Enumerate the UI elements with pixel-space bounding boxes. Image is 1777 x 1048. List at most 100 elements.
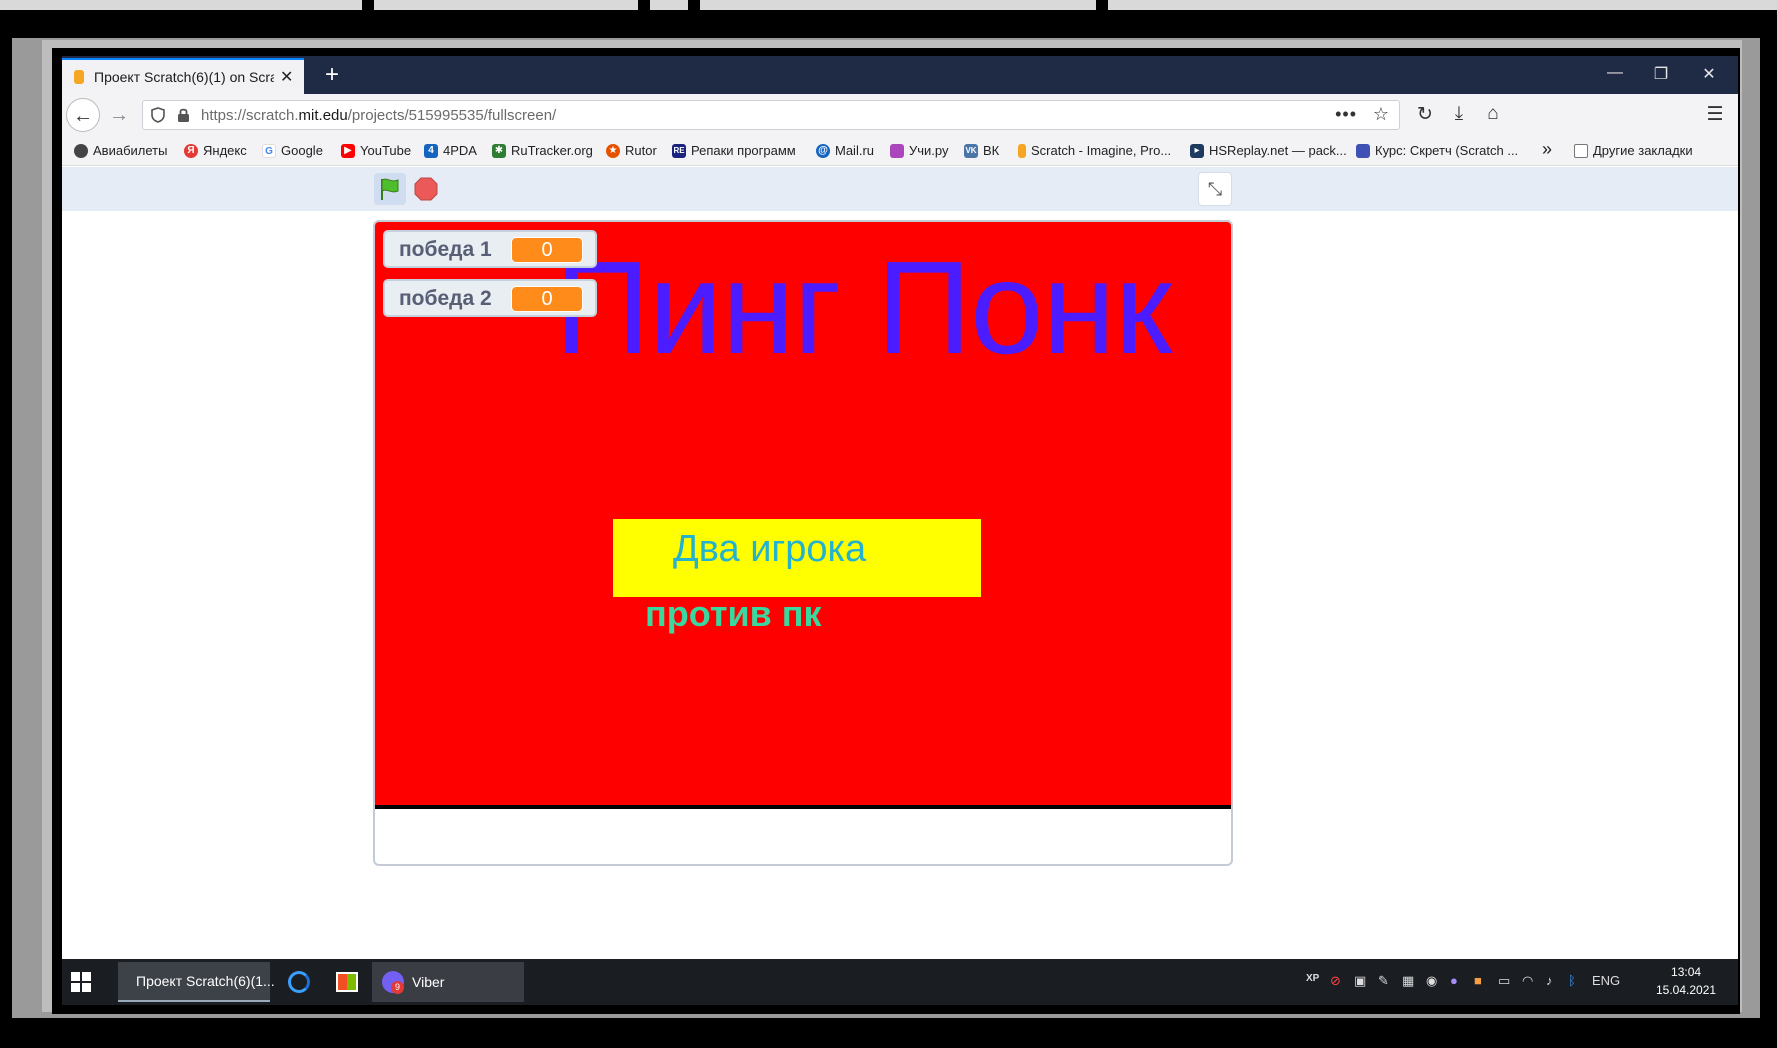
tab-close-icon[interactable]: ✕ [280,67,293,87]
folder-icon [1574,143,1588,158]
bookmark-aviabilety[interactable]: Авиабилеты [74,143,167,158]
two-players-label: Два игрока [673,528,867,570]
taskbar-viber-label: Viber [412,974,445,990]
start-button[interactable] [70,962,110,1002]
bluetooth-icon[interactable]: ᛒ [1568,973,1576,988]
url-path: /projects/515995535/fullscreen/ [347,107,557,124]
url-bar[interactable]: https://scratch.mit.edu/projects/5159955… [142,100,1400,130]
menu-icon[interactable]: ☰ [1702,103,1728,126]
shield-icon[interactable] [151,107,165,123]
bookmark-rutracker[interactable]: ✱ RuTracker.org [492,143,593,158]
youtube-icon: ▶ [341,143,355,158]
stop-button[interactable] [414,177,438,201]
two-players-button[interactable]: Два игрока [613,519,981,597]
monitor-label: победа 1 [399,238,492,261]
bookmark-label: ВК [983,143,1000,158]
bookmark-label: Google [281,143,323,158]
download-icon[interactable]: ⤓ [1446,103,1472,125]
taskbar-edge[interactable] [278,962,320,1002]
bookmark-other-folder[interactable]: Другие закладки [1574,143,1693,158]
taskbar-firefox[interactable]: Проект Scratch(6)(1... [118,962,275,1002]
system-clock[interactable]: 13:04 15.04.2021 [1656,963,1716,999]
back-button[interactable]: ← [66,98,100,132]
bookmark-uchiru[interactable]: Учи.ру [890,143,949,158]
arrow-right-icon: → [109,104,129,126]
bookmark-google[interactable]: G Google [262,143,323,158]
scratch-controls-bar: ⤡ [62,167,1738,211]
vs-pc-button[interactable]: против пк [645,593,821,635]
wifi-icon[interactable]: ◠ [1522,973,1533,989]
top-edge [374,0,638,10]
bookmark-mailru[interactable]: @ Mail.ru [816,143,874,158]
forward-button[interactable]: → [102,98,136,132]
page-actions-button[interactable]: ••• [1335,104,1357,125]
volume-icon[interactable]: ♪ [1546,973,1553,988]
bookmark-youtube[interactable]: ▶ YouTube [341,143,411,158]
bookmark-label: Mail.ru [835,143,875,158]
bookmark-label: Учи.ру [909,143,949,158]
bookmark-scratch[interactable]: Scratch - Imagine, Pro... [1018,143,1171,158]
bookmark-4pda[interactable]: 4 4PDA [424,143,477,158]
bookmark-label: HSReplay.net — pack... [1209,143,1347,158]
bookmarks-overflow-button[interactable]: » [1542,139,1552,160]
monitor-label: победа 2 [399,287,492,310]
variable-monitor-win1[interactable]: победа 1 0 [383,230,597,268]
tray-viber-icon[interactable]: ● [1450,973,1458,988]
monitor-value: 0 [511,237,583,263]
bookmark-scratch-course[interactable]: Курс: Скретч (Scratch ... [1356,143,1518,158]
browser-window: Проект Scratch(6)(1) on Scratch ✕ + — ❐ … [62,56,1738,959]
taskbar-viber[interactable]: 9 Viber [372,962,524,1002]
tray-printer-icon[interactable]: ▣ [1354,973,1366,989]
course-icon [1356,143,1370,158]
nav-bar: ← → https://scratch.mit.edu/projects/515… [62,94,1738,136]
game-title: Пинг Понк [555,234,1172,381]
green-flag-button[interactable] [374,173,406,205]
new-tab-button[interactable]: + [314,58,350,92]
bookmark-repacks[interactable]: RE Репаки программ [672,143,796,158]
battery-icon[interactable]: ▭ [1498,973,1510,989]
tray-pen-icon[interactable]: ✎ [1378,973,1389,989]
clock-date: 15.04.2021 [1656,983,1717,997]
variable-monitor-win2[interactable]: победа 2 0 [383,279,597,317]
scratch-favicon-icon [74,70,84,84]
tray-app-icon[interactable]: ■ [1474,973,1482,988]
scratch-stage[interactable]: Пинг Понк победа 1 0 победа 2 0 Два игро… [375,222,1231,809]
bookmark-label: Курс: Скретч (Scratch ... [1375,143,1519,158]
taskbar-store[interactable] [326,962,368,1002]
tray-opera-icon[interactable]: ⊘ [1330,973,1341,989]
bookmark-hsreplay[interactable]: ▸ HSReplay.net — pack... [1190,143,1347,158]
tray-steam-icon[interactable]: ◉ [1426,973,1437,989]
windows-icon [71,972,91,992]
close-window-button[interactable]: ✕ [1694,64,1724,84]
viber-badge: 9 [391,981,404,994]
exit-fullscreen-button[interactable]: ⤡ [1198,172,1232,206]
green-flag-icon [381,178,399,200]
minimize-button[interactable]: — [1600,64,1630,82]
home-icon[interactable]: ⌂ [1480,103,1506,125]
bookmark-yandex[interactable]: Я Яндекс [184,143,247,158]
bookmark-label: Другие закладки [1593,143,1693,158]
tray-epic-icon[interactable]: ▦ [1402,973,1414,989]
tray-xp-icon[interactable]: XP [1306,973,1319,984]
restore-button[interactable]: ❐ [1646,64,1676,84]
windows-taskbar: Проект Scratch(6)(1... 9 Viber XP ⊘ ▣ ✎ … [62,959,1738,1005]
uchi-icon [890,143,904,158]
reload-icon[interactable]: ↻ [1412,103,1438,126]
stage-container: Пинг Понк победа 1 0 победа 2 0 Два игро… [373,220,1233,866]
top-edge [1108,0,1777,10]
bookmark-star-icon[interactable]: ☆ [1373,104,1389,125]
hsreplay-icon: ▸ [1190,143,1204,158]
bookmark-label: 4PDA [443,143,477,158]
unfullscreen-icon: ⤡ [1207,179,1223,199]
tab-title: Проект Scratch(6)(1) on Scratch [94,69,274,85]
tab-scratch-project[interactable]: Проект Scratch(6)(1) on Scratch ✕ [62,58,304,94]
bookmark-vk[interactable]: VK ВК [964,143,999,158]
url-text[interactable]: https://scratch.mit.edu/projects/5159955… [201,107,556,124]
language-indicator[interactable]: ENG [1592,973,1620,988]
bookmark-rutor[interactable]: ★ Rutor [606,143,657,158]
bookmark-label: Репаки программ [691,143,796,158]
edge-icon [288,971,310,993]
store-icon [336,972,358,992]
lock-icon[interactable] [177,107,190,123]
bookmark-label: Яндекс [203,143,247,158]
